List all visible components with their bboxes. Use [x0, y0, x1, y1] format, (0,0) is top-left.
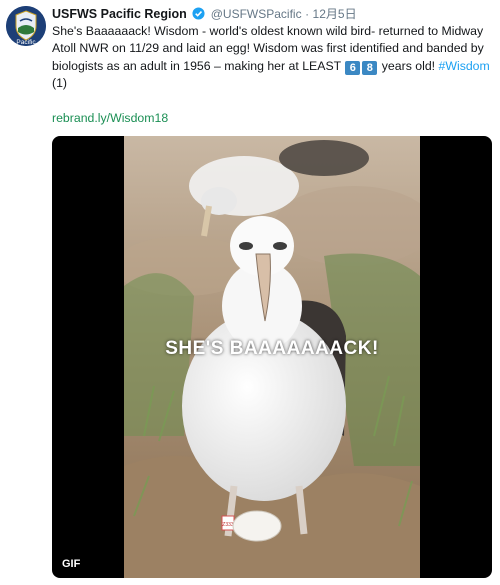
tweet-text: She's Baaaaaack! Wisdom - world's oldest… [52, 23, 494, 92]
tweet-text-part2: years old! [378, 58, 439, 73]
verified-badge-icon [192, 7, 205, 20]
separator-dot: · [305, 7, 310, 21]
tweet-date[interactable]: 12月5日 [313, 7, 357, 21]
keycap-6-emoji: 6 [345, 60, 361, 75]
tweet-link[interactable]: rebrand.ly/Wisdom18 [52, 111, 168, 125]
user-handle[interactable]: @USFWSPacific [211, 7, 302, 21]
usfws-logo-icon: Pacific [6, 6, 46, 46]
display-name[interactable]: USFWS Pacific Region [52, 7, 187, 21]
avatar-text: Pacific [16, 39, 36, 46]
gif-badge[interactable]: GIF [57, 556, 86, 572]
keycap-8-emoji: 8 [362, 60, 378, 75]
tweet-header: USFWS Pacific Region @USFWSPacific · 12月… [52, 6, 492, 22]
tweet-text-part3: (1) [52, 75, 68, 90]
gif-caption: SHE'S BAAAAAAACK! [165, 338, 379, 359]
hashtag-wisdom[interactable]: #Wisdom [439, 59, 490, 73]
leg-band-label: Z333 [222, 522, 234, 528]
media-gif[interactable]: Z333 SHE'S BAAAAAAACK! GIF [52, 136, 492, 578]
avatar[interactable]: Pacific [6, 6, 46, 46]
